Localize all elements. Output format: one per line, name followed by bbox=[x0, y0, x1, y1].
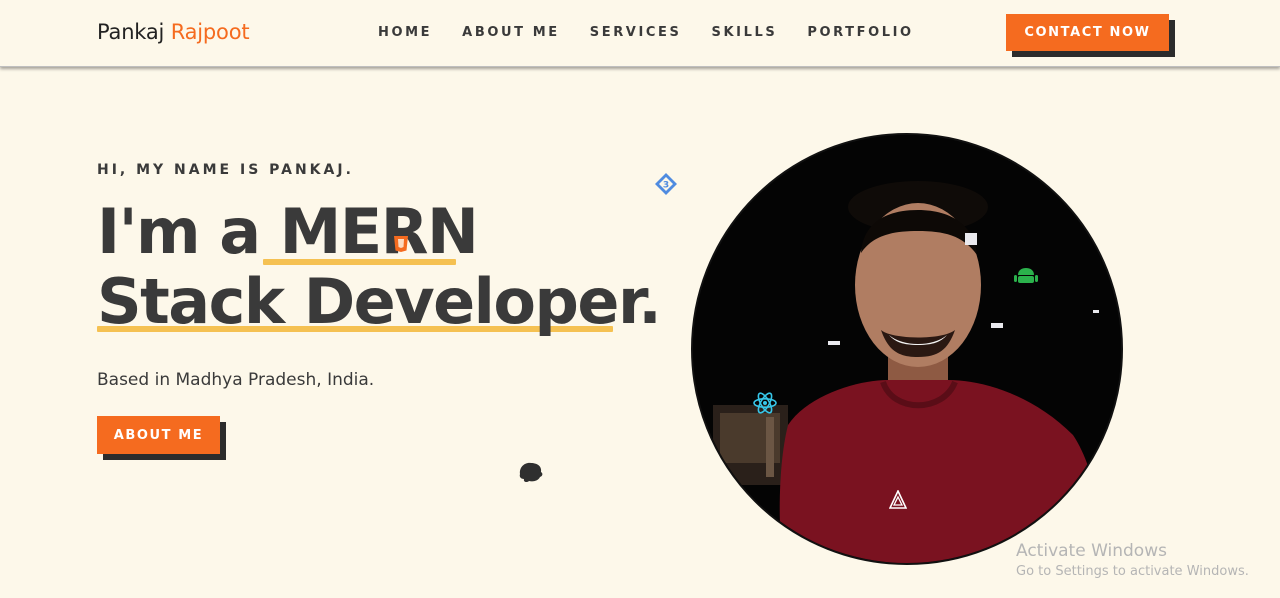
svg-text:3: 3 bbox=[663, 181, 669, 191]
react-icon bbox=[753, 392, 777, 414]
watermark-title: Activate Windows bbox=[1016, 541, 1167, 561]
nav-home[interactable]: HOME bbox=[378, 25, 432, 40]
hero-title-line-1: I'm a MERN bbox=[97, 195, 479, 268]
contact-now-button[interactable]: CONTACT NOW bbox=[1006, 14, 1169, 51]
nav-about-me[interactable]: ABOUT ME bbox=[462, 25, 560, 40]
nav-links: HOME ABOUT ME SERVICES SKILLS PORTFOLIO bbox=[378, 25, 944, 40]
nav-skills[interactable]: SKILLS bbox=[712, 25, 778, 40]
brand-last-name: Rajpoot bbox=[170, 20, 250, 44]
profile-portrait bbox=[693, 135, 1121, 563]
brand-logo[interactable]: Pankaj Rajpoot bbox=[97, 20, 250, 44]
profile-photo bbox=[691, 133, 1123, 565]
css3-icon: 3 bbox=[655, 173, 677, 195]
nav-portfolio[interactable]: PORTFOLIO bbox=[807, 25, 913, 40]
hero-greeting: HI, MY NAME IS PANKAJ. bbox=[97, 162, 354, 178]
activate-windows-watermark: Activate Windows Go to Settings to activ… bbox=[1016, 541, 1249, 579]
about-me-button[interactable]: ABOUT ME bbox=[97, 416, 220, 454]
html5-icon bbox=[394, 236, 408, 252]
brand-first-name: Pankaj bbox=[97, 20, 165, 44]
hero-title-line-2: Stack Developer. bbox=[97, 265, 662, 338]
watermark-subtitle: Go to Settings to activate Windows. bbox=[1016, 564, 1249, 579]
navbar: Pankaj Rajpoot HOME ABOUT ME SERVICES SK… bbox=[0, 0, 1280, 67]
android-icon bbox=[1014, 268, 1038, 283]
nav-services[interactable]: SERVICES bbox=[590, 25, 682, 40]
hero-title: I'm a MERN Stack Developer. bbox=[97, 195, 662, 338]
nodejs-icon bbox=[889, 490, 907, 509]
mongodb-icon bbox=[519, 462, 543, 483]
hero-subtitle: Based in Madhya Pradesh, India. bbox=[97, 370, 375, 390]
